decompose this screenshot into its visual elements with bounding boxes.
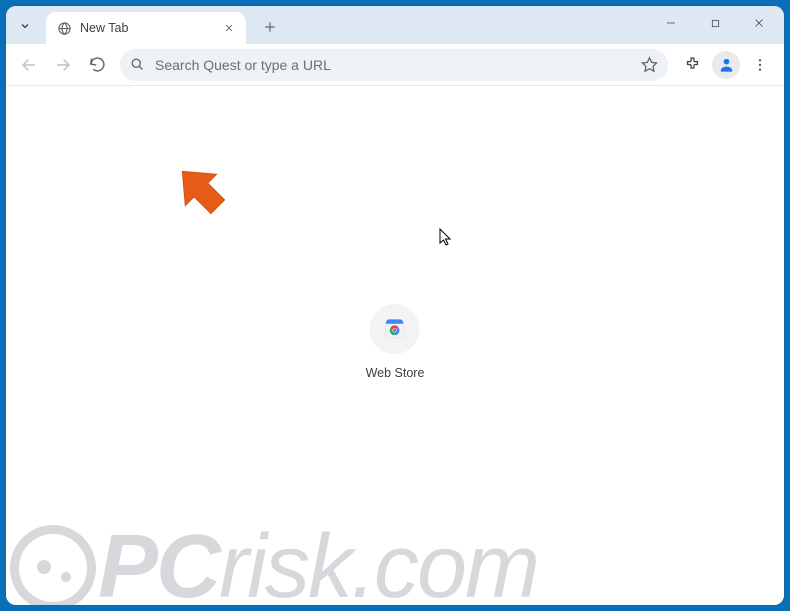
chrome-web-store-icon <box>382 314 408 345</box>
shortcut-label: Web Store <box>366 366 425 380</box>
new-tab-content: Web Store PCrisk.com <box>6 86 784 605</box>
tab-search-button[interactable] <box>12 13 38 39</box>
minimize-button[interactable] <box>650 8 692 38</box>
reload-button[interactable] <box>82 50 112 80</box>
tab-active[interactable]: New Tab <box>46 12 246 44</box>
new-tab-button[interactable] <box>256 13 284 41</box>
watermark: PCrisk.com <box>10 516 538 605</box>
annotation-arrow-icon <box>168 157 238 232</box>
forward-button[interactable] <box>48 50 78 80</box>
window-close-button[interactable] <box>738 8 780 38</box>
back-button[interactable] <box>14 50 44 80</box>
watermark-text-head: PC <box>98 516 219 605</box>
profile-avatar[interactable] <box>712 51 740 79</box>
extensions-button[interactable] <box>676 49 708 81</box>
tab-title: New Tab <box>80 21 212 35</box>
search-icon <box>130 57 145 72</box>
bookmark-star-icon[interactable] <box>641 56 658 73</box>
globe-icon <box>56 20 72 36</box>
mouse-cursor-icon <box>439 228 455 253</box>
shortcut-web-store[interactable]: Web Store <box>366 304 425 380</box>
watermark-text-tail: risk.com <box>219 516 538 605</box>
window-controls <box>650 8 780 38</box>
maximize-button[interactable] <box>694 8 736 38</box>
menu-button[interactable] <box>744 49 776 81</box>
browser-window: New Tab <box>6 6 784 605</box>
omnibox[interactable] <box>120 49 668 81</box>
address-input[interactable] <box>155 57 631 73</box>
shortcut-tile <box>370 304 420 354</box>
toolbar <box>6 44 784 86</box>
tab-close-button[interactable] <box>220 19 238 37</box>
titlebar: New Tab <box>6 6 784 44</box>
watermark-logo-icon <box>10 525 96 606</box>
